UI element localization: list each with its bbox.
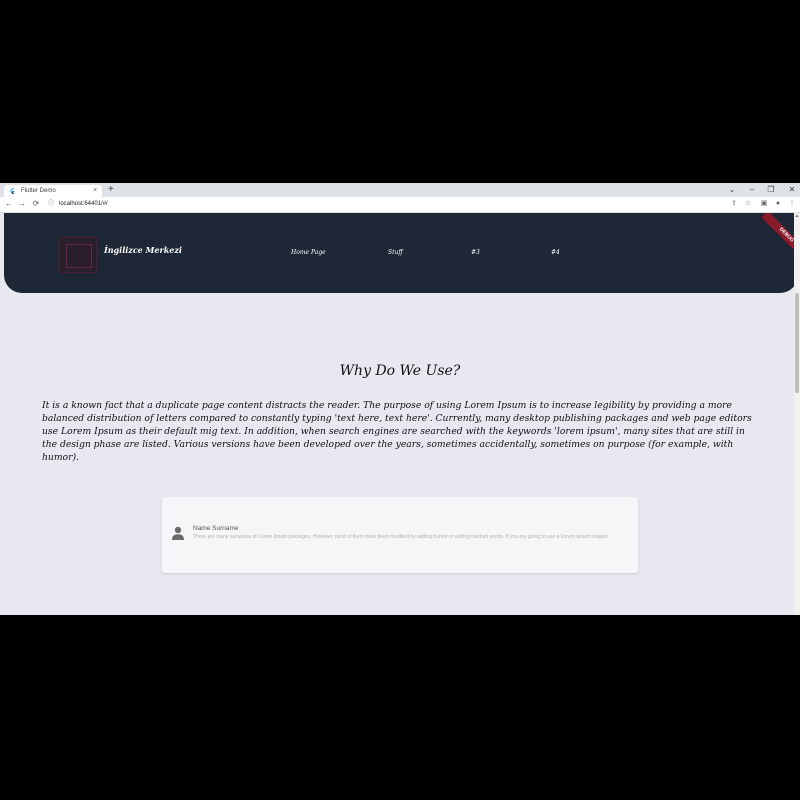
site-info-icon[interactable]: ⓘ — [48, 199, 54, 210]
nav-home-page[interactable]: Home Page — [291, 249, 326, 256]
reload-icon[interactable]: ⟳ — [30, 198, 42, 210]
tab-close-icon[interactable]: × — [93, 185, 97, 196]
site-header: İngilizce Merkezi Home Page Stuff #3 #4 — [4, 213, 794, 293]
tab-strip: Flutter Demo × + ⌄ – ❐ ✕ — [0, 183, 800, 197]
page-viewport: İngilizce Merkezi Home Page Stuff #3 #4 … — [0, 213, 794, 615]
tab-title: Flutter Demo — [21, 188, 56, 194]
brand-name[interactable]: İngilizce Merkezi — [104, 245, 182, 255]
bookmark-star-icon[interactable]: ☆ — [742, 198, 754, 210]
testimonial-card: Name Surname There are many variations o… — [162, 497, 638, 573]
address-bar[interactable]: ⓘ localhost:64401/#/ — [44, 199, 724, 210]
new-tab-icon[interactable]: + — [108, 184, 114, 196]
nav-stuff[interactable]: Stuff — [388, 249, 403, 256]
back-icon[interactable]: ← — [3, 198, 15, 210]
tab-search-icon[interactable]: ⌄ — [726, 184, 738, 196]
logo[interactable] — [59, 237, 97, 273]
section-title: Why Do We Use? — [339, 363, 461, 379]
profile-icon[interactable]: ● — [772, 198, 784, 210]
url-text[interactable]: localhost:64401/#/ — [59, 199, 108, 210]
browser-toolbar: ← → ⟳ ⓘ localhost:64401/#/ ⇪ ☆ ▣ ● ⋮ — [0, 197, 800, 213]
tab-flutter-demo[interactable]: Flutter Demo × — [4, 185, 102, 197]
logo-emblem — [66, 244, 92, 268]
minimize-icon[interactable]: – — [746, 184, 758, 196]
close-window-icon[interactable]: ✕ — [786, 184, 798, 196]
browser-window: Flutter Demo × + ⌄ – ❐ ✕ ← → ⟳ ⓘ localho… — [0, 183, 800, 615]
share-icon[interactable]: ⇪ — [728, 198, 740, 210]
testimonial-text: There are many variations of Lorem Ipsum… — [193, 534, 609, 540]
forward-icon[interactable]: → — [16, 198, 28, 210]
person-icon — [172, 526, 184, 540]
restore-icon[interactable]: ❐ — [765, 184, 777, 196]
flutter-icon — [9, 188, 15, 194]
nav-item-4[interactable]: #4 — [551, 249, 560, 256]
nav-item-3[interactable]: #3 — [471, 249, 480, 256]
page-scrollbar[interactable]: ▲ — [794, 213, 800, 615]
scroll-up-arrow[interactable]: ▲ — [794, 213, 800, 219]
scroll-thumb[interactable] — [795, 293, 799, 393]
intro-paragraph: It is a known fact that a duplicate page… — [42, 400, 752, 463]
browser-menu-icon[interactable]: ⋮ — [786, 198, 798, 210]
testimonial-name: Name Surname — [193, 525, 239, 532]
side-panel-icon[interactable]: ▣ — [758, 198, 770, 210]
